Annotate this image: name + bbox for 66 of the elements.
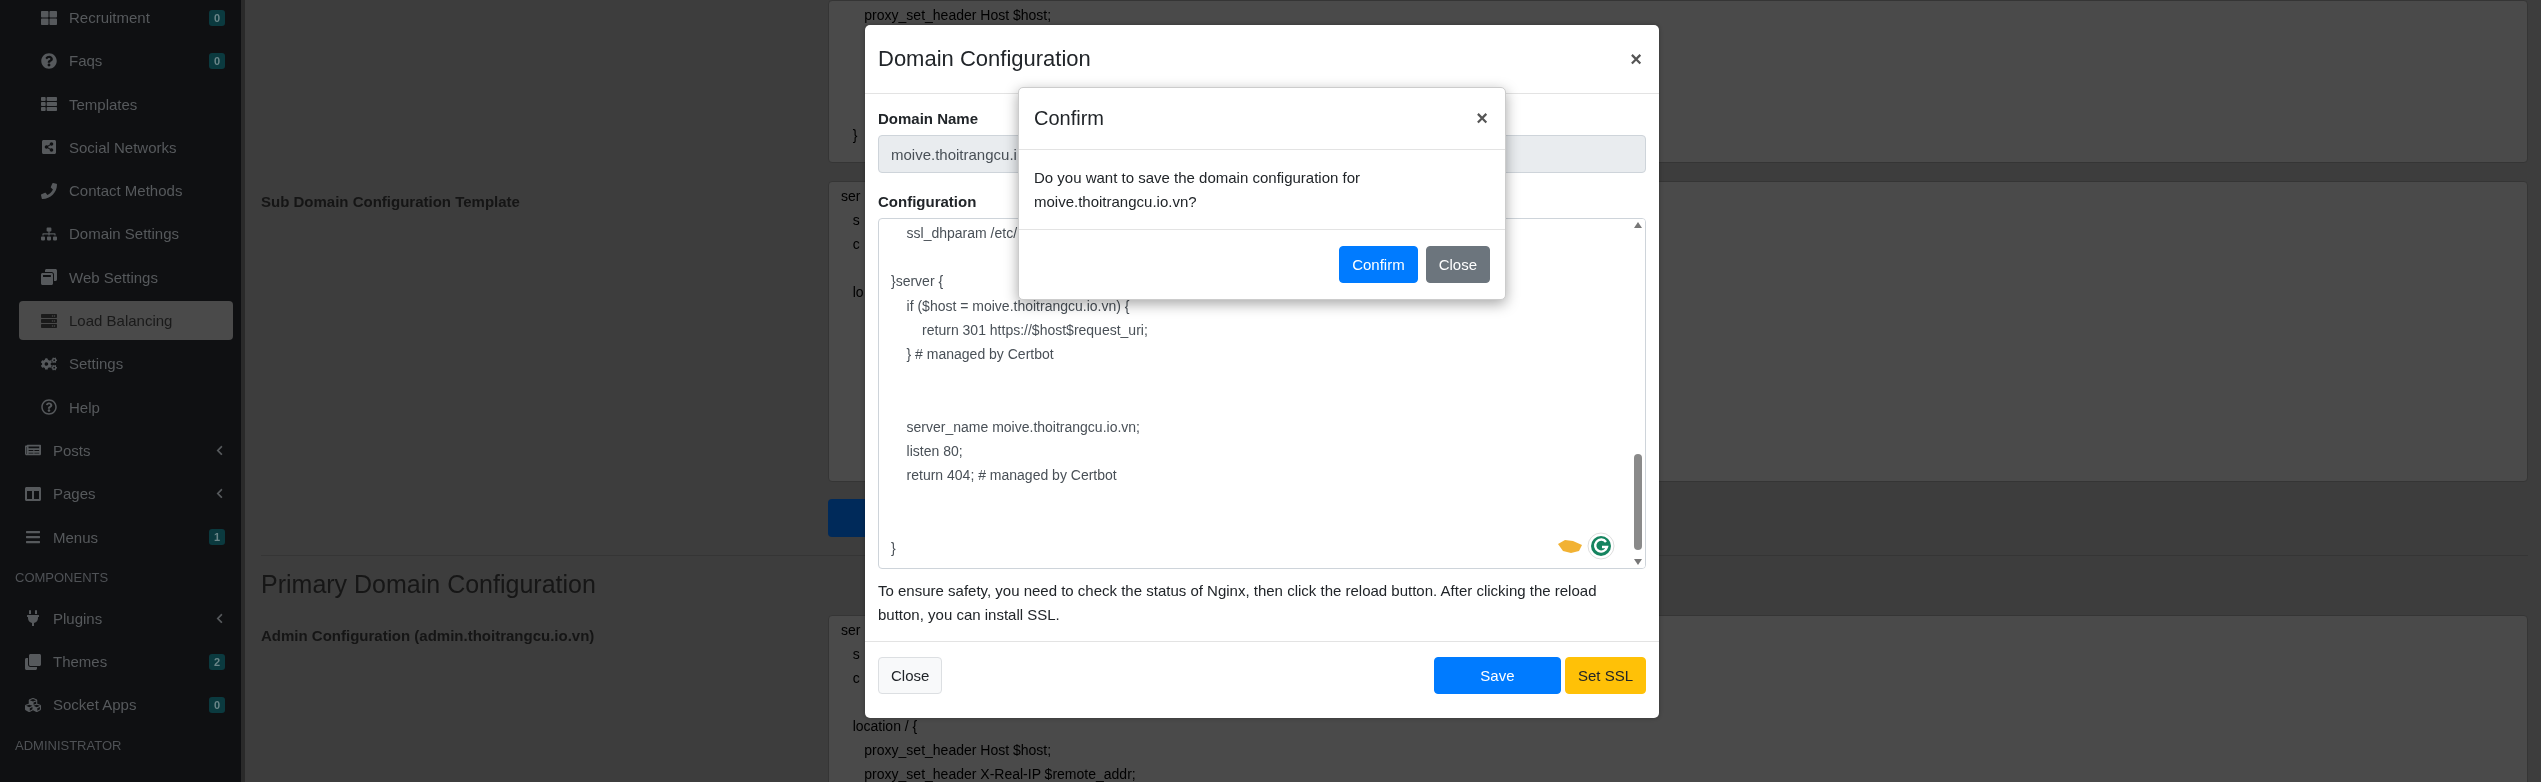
count-badge: 1 — [208, 529, 225, 546]
dialog-button[interactable]: Save — [1433, 657, 1561, 694]
count-badge: 0 — [208, 52, 225, 69]
dialog-title: Confirm — [1034, 107, 1104, 130]
sidebar-item-label: Menus — [53, 528, 100, 546]
sidebar-item[interactable]: Posts — [19, 430, 233, 470]
sidebar-item-label: Themes — [53, 653, 109, 671]
cubes-icon — [23, 696, 43, 713]
sidebar-item-label: Templates — [69, 95, 139, 113]
count-badge: 0 — [208, 696, 225, 713]
sidebar-item-label: Recruitment — [69, 9, 151, 26]
scroll-down-arrow-icon[interactable] — [1633, 558, 1643, 566]
sidebar-item-label: Social Networks — [69, 138, 178, 156]
sidebar-item-label: Faqs — [69, 52, 104, 70]
sidebar-item[interactable]: Themes 2 — [19, 642, 233, 682]
confirm-message: Do you want to save the domain configuration for moive.thoitrangcu.io.vn? — [1019, 150, 1505, 230]
dialog-button[interactable]: Close — [1425, 246, 1490, 283]
sidebar-item-label: Socket Apps — [53, 696, 138, 714]
field-label: Configuration — [878, 193, 977, 210]
dialog-button[interactable]: Close — [878, 657, 943, 694]
sitemap-icon — [39, 226, 59, 242]
grid-icon — [39, 9, 59, 26]
phone-icon — [39, 182, 59, 199]
count-badge: 2 — [208, 653, 225, 670]
sidebar-item-label: Contact Methods — [69, 182, 184, 200]
sidebar-item-label: Settings — [69, 355, 125, 373]
sidebar-item[interactable]: Plugins — [19, 598, 233, 638]
sidebar-item[interactable]: Pages — [19, 474, 233, 514]
dialog-button[interactable]: Set SSL — [1564, 657, 1646, 694]
sidebar-item-label: Domain Settings — [69, 225, 181, 243]
share-icon — [39, 139, 59, 156]
sidebar-item-label: Pages — [53, 485, 97, 503]
windows-icon — [39, 269, 59, 286]
field-label: Domain Name — [878, 110, 979, 127]
scrollbar[interactable] — [1631, 219, 1645, 568]
sidebar-item[interactable]: Domain Settings — [19, 214, 233, 254]
dialog-title: Domain Configuration — [878, 46, 1091, 72]
sidebar-item-label: Web Settings — [69, 268, 159, 286]
sidebar-item[interactable]: Socket Apps 0 — [19, 685, 233, 725]
sidebar-item[interactable]: Settings — [19, 344, 233, 384]
sidebar-item[interactable]: Help — [19, 387, 233, 427]
sidebar-item[interactable]: Menus 1 — [19, 517, 233, 557]
sidebar-item-label: Help — [69, 398, 101, 416]
close-button[interactable]: × — [1626, 47, 1646, 71]
sidebar-item[interactable]: Social Networks — [19, 127, 233, 167]
columns-icon — [23, 485, 43, 502]
dialog-button[interactable]: Confirm — [1339, 246, 1418, 283]
sidebar-item[interactable]: Recruitment 0 — [19, 0, 233, 37]
gears-icon — [39, 355, 59, 372]
sidebar-item[interactable]: Web Settings — [19, 257, 233, 297]
sidebar-item[interactable]: Contact Methods — [19, 171, 233, 211]
close-button[interactable]: × — [1472, 107, 1492, 130]
sidebar-item-label: Plugins — [53, 609, 104, 627]
sidebar-section-header: COMPONENTS — [14, 569, 110, 588]
list-icon — [39, 96, 59, 113]
menu-icon — [23, 529, 43, 546]
sidebar-item[interactable]: Templates — [19, 84, 233, 124]
count-badge: 0 — [208, 9, 225, 26]
server-icon — [39, 312, 59, 329]
circle-badge-icon[interactable] — [1587, 532, 1615, 560]
sidebar-section-header: ADMINISTRATOR — [14, 737, 123, 756]
sidebar-item[interactable]: Faqs 0 — [19, 41, 233, 81]
scroll-up-arrow-icon[interactable] — [1633, 221, 1643, 229]
sidebar-item-label: Posts — [53, 441, 92, 459]
scrollbar-thumb[interactable] — [1634, 454, 1642, 550]
stacked-windows-icon — [23, 653, 43, 670]
